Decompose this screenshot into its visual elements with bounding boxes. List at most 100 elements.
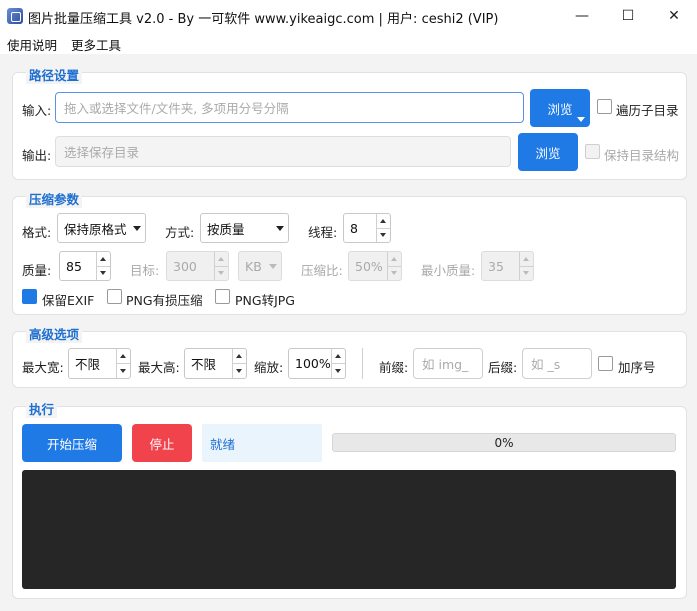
target-label: 目标: bbox=[130, 263, 160, 278]
keep-exif-label: 保留EXIF bbox=[42, 293, 95, 308]
suffix-placeholder: 如 _s bbox=[531, 357, 561, 372]
stop-label: 停止 bbox=[149, 436, 175, 452]
prefix-input[interactable]: 如 img_ bbox=[413, 348, 483, 379]
recurse-subdirs-label: 遍历子目录 bbox=[616, 103, 679, 118]
recurse-subdirs-checkbox[interactable] bbox=[597, 99, 612, 114]
target-unit-value: KB bbox=[245, 258, 262, 274]
scale-value: 100% bbox=[295, 356, 331, 371]
dropdown-arrow-icon[interactable] bbox=[577, 117, 585, 122]
max-height-value: 不限 bbox=[191, 357, 217, 372]
format-select-value: 保持原格式 bbox=[64, 221, 127, 237]
ratio-spinbox[interactable]: 50% bbox=[348, 251, 402, 281]
png-lossy-label: PNG有损压缩 bbox=[126, 293, 203, 308]
max-height-spinbox[interactable]: 不限 bbox=[184, 348, 247, 379]
output-path-placeholder: 选择保存目录 bbox=[64, 145, 140, 160]
browse-output-button[interactable]: 浏览 bbox=[518, 133, 578, 171]
spin-down-icon[interactable] bbox=[117, 364, 130, 378]
png-lossy-checkbox[interactable] bbox=[107, 289, 122, 304]
spin-down-icon[interactable] bbox=[332, 364, 345, 378]
scale-spinbox[interactable]: 100% bbox=[288, 348, 346, 379]
browse-input-label: 浏览 bbox=[547, 101, 573, 117]
quality-value: 85 bbox=[66, 258, 82, 274]
quality-spinbox[interactable]: 85 bbox=[59, 251, 111, 281]
stop-button[interactable]: 停止 bbox=[132, 424, 192, 462]
start-compress-label: 开始压缩 bbox=[46, 436, 97, 452]
target-unit-select[interactable]: KB bbox=[238, 251, 282, 281]
keep-structure-label: 保持目录结构 bbox=[604, 148, 680, 163]
max-width-value: 不限 bbox=[75, 357, 101, 372]
advanced-options-title: 高级选项 bbox=[26, 324, 83, 343]
divider bbox=[362, 348, 363, 379]
spin-up-icon[interactable] bbox=[97, 252, 110, 267]
mode-label: 方式: bbox=[165, 225, 195, 240]
prefix-label: 前缀: bbox=[379, 360, 409, 375]
chevron-down-icon bbox=[133, 226, 141, 231]
min-quality-value: 35 bbox=[488, 258, 504, 274]
progress-bar: 0% bbox=[332, 433, 676, 452]
scale-label: 缩放: bbox=[254, 360, 284, 375]
spin-up-icon[interactable] bbox=[520, 252, 533, 267]
add-sequence-checkbox[interactable] bbox=[598, 356, 613, 371]
suffix-input[interactable]: 如 _s bbox=[522, 348, 592, 379]
spin-up-icon[interactable] bbox=[117, 349, 130, 364]
spin-down-icon[interactable] bbox=[97, 267, 110, 281]
max-height-label: 最大高: bbox=[138, 360, 180, 375]
threads-value: 8 bbox=[350, 220, 358, 236]
input-label: 输入: bbox=[22, 103, 52, 118]
png-to-jpg-label: PNG转JPG bbox=[235, 293, 295, 308]
menu-help[interactable]: 使用说明 bbox=[7, 35, 57, 54]
chevron-down-icon bbox=[269, 264, 277, 269]
spin-up-icon[interactable] bbox=[233, 349, 246, 364]
spin-down-icon[interactable] bbox=[233, 364, 246, 378]
min-quality-spinbox[interactable]: 35 bbox=[481, 251, 534, 281]
quality-label: 质量: bbox=[22, 263, 52, 278]
spin-down-icon[interactable] bbox=[388, 267, 401, 281]
mode-select[interactable]: 按质量 bbox=[200, 213, 289, 243]
minimize-icon[interactable]: — bbox=[559, 0, 605, 32]
input-path-field[interactable]: 拖入或选择文件/文件夹, 多项用分号分隔 bbox=[55, 92, 524, 123]
format-select[interactable]: 保持原格式 bbox=[57, 213, 146, 243]
threads-label: 线程: bbox=[308, 225, 338, 240]
threads-spinbox[interactable]: 8 bbox=[343, 213, 391, 243]
mode-select-value: 按质量 bbox=[207, 221, 245, 237]
spin-up-icon[interactable] bbox=[377, 214, 390, 229]
target-size-value: 300 bbox=[173, 258, 197, 274]
progress-text: 0% bbox=[494, 435, 514, 450]
prefix-placeholder: 如 img_ bbox=[422, 357, 469, 372]
compression-params-title: 压缩参数 bbox=[26, 189, 83, 208]
add-sequence-label: 加序号 bbox=[618, 360, 656, 375]
target-size-spinbox[interactable]: 300 bbox=[166, 251, 229, 281]
ratio-value: 50% bbox=[355, 258, 383, 274]
keep-exif-checkbox[interactable] bbox=[22, 289, 37, 304]
browse-output-label: 浏览 bbox=[535, 145, 561, 161]
png-to-jpg-checkbox[interactable] bbox=[215, 289, 230, 304]
execute-title: 执行 bbox=[26, 399, 58, 418]
log-output[interactable] bbox=[22, 470, 676, 589]
menu-more-tools[interactable]: 更多工具 bbox=[71, 35, 121, 54]
status-box: 就绪 bbox=[202, 424, 322, 462]
output-path-field[interactable]: 选择保存目录 bbox=[55, 136, 511, 167]
browse-input-button[interactable]: 浏览 bbox=[530, 89, 590, 127]
max-width-spinbox[interactable]: 不限 bbox=[68, 348, 131, 379]
spin-up-icon[interactable] bbox=[215, 252, 228, 267]
input-path-placeholder: 拖入或选择文件/文件夹, 多项用分号分隔 bbox=[64, 101, 289, 116]
format-label: 格式: bbox=[22, 225, 52, 240]
close-icon[interactable]: ✕ bbox=[651, 0, 697, 32]
window-title: 图片批量压缩工具 v2.0 - By 一可软件 www.yikeaigc.com… bbox=[28, 12, 499, 27]
maximize-icon[interactable]: ☐ bbox=[605, 0, 651, 32]
spin-down-icon[interactable] bbox=[215, 267, 228, 281]
chevron-down-icon bbox=[276, 226, 284, 231]
spin-down-icon[interactable] bbox=[520, 267, 533, 281]
ratio-label: 压缩比: bbox=[301, 263, 343, 278]
max-width-label: 最大宽: bbox=[22, 360, 64, 375]
min-quality-label: 最小质量: bbox=[421, 263, 476, 278]
keep-structure-checkbox[interactable] bbox=[585, 144, 600, 159]
output-label: 输出: bbox=[22, 148, 52, 163]
spin-up-icon[interactable] bbox=[388, 252, 401, 267]
spin-up-icon[interactable] bbox=[332, 349, 345, 364]
start-compress-button[interactable]: 开始压缩 bbox=[22, 424, 122, 462]
app-icon bbox=[7, 8, 23, 24]
path-settings-title: 路径设置 bbox=[26, 65, 83, 84]
spin-down-icon[interactable] bbox=[377, 229, 390, 243]
